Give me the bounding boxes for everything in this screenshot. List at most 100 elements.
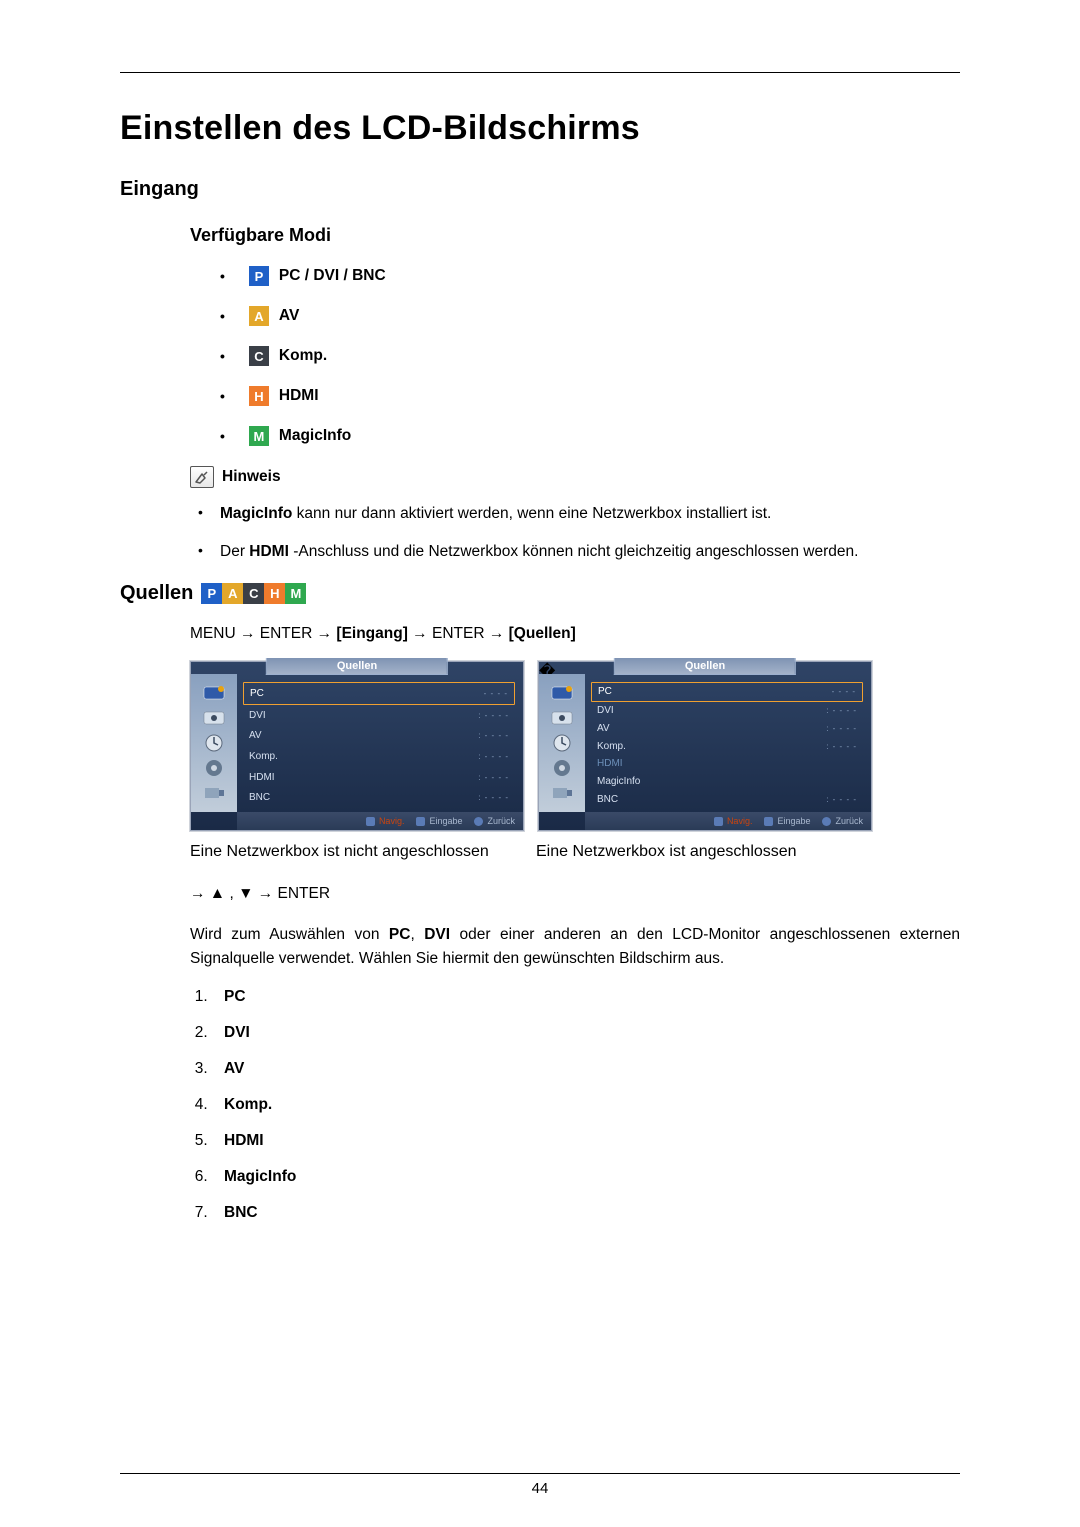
osd-row-label: MagicInfo (597, 776, 640, 787)
osd-row-label: DVI (597, 705, 614, 716)
source-label: DVI (224, 1024, 250, 1041)
note-icon (190, 466, 214, 488)
osd-side-icon (201, 707, 227, 729)
back-icon (822, 817, 831, 826)
osd-row: HDMI (591, 755, 863, 773)
mode-label: HDMI (279, 387, 319, 405)
mode-item: C Komp. (220, 346, 960, 366)
osd-row-value: : - - - - (478, 793, 509, 802)
osd-row-value: : - - - - (478, 711, 509, 720)
osd-footer-back: Zurück (835, 816, 863, 826)
osd-side-icon (549, 782, 575, 804)
osd-row-value: - - - - (484, 689, 508, 698)
source-label: Komp. (224, 1096, 272, 1113)
osd-footer: Navig. Eingabe Zurück (585, 812, 871, 830)
page-title: Einstellen des LCD-Bildschirms (120, 109, 960, 148)
osd-screenshots: Quellen PC- - - - DVI: - - - - AV: - - -… (120, 661, 960, 831)
osd-footer-enter: Eingabe (429, 816, 462, 826)
desc-text: Wird zum Auswählen von (190, 926, 389, 943)
page-footer: 44 (120, 1473, 960, 1497)
osd-row: HDMI: - - - - (243, 767, 515, 788)
nav-instruction: → ▲ , ▼ → ENTER (120, 885, 960, 903)
osd-side-icon (549, 757, 575, 779)
osd-rows: PC - - - - DVI : - - - - AV : - - - - Komp.… (243, 682, 515, 808)
source-item: PC (212, 988, 960, 1006)
note-text: Der (220, 543, 249, 560)
desc-text: , (410, 926, 424, 943)
osd-row-value: : - - - - (478, 752, 509, 761)
badge-m-icon: M (285, 583, 306, 604)
mode-item: M MagicInfo (220, 426, 960, 446)
description: Wird zum Auswählen von PC, DVI oder eine… (120, 923, 960, 970)
osd-row-label: AV (249, 730, 262, 741)
caption-right: Eine Netzwerkbox ist angeschlossen (536, 841, 868, 863)
osd-row-label: PC (250, 688, 264, 699)
back-icon (474, 817, 483, 826)
osd-row-label: BNC (597, 794, 618, 805)
osd-footer-nav: Navig. (379, 816, 405, 826)
osd-footer-back: Zurück (487, 816, 515, 826)
source-item: HDMI (212, 1132, 960, 1150)
osd-row-label: HDMI (249, 772, 275, 783)
osd-side-icon (201, 782, 227, 804)
osd-row: BNC : - - - - (243, 787, 515, 808)
osd-row-value: : - - - - (826, 724, 857, 733)
quellen-badges: P A C H M (201, 583, 306, 604)
osd-rows: PC- - - - DVI: - - - - AV: - - - - Komp.… (591, 682, 863, 808)
mode-label: PC / DVI / BNC (279, 267, 386, 285)
path-key: [Eingang] (336, 625, 407, 642)
source-label: HDMI (224, 1132, 264, 1149)
modes-list: P PC / DVI / BNC A AV C Komp. H HDMI M M… (120, 266, 960, 446)
note-label: Hinweis (222, 468, 281, 486)
desc-strong: DVI (424, 926, 450, 943)
osd-row: PC - - - - (591, 682, 863, 702)
notes-list: MagicInfo kann nur dann aktiviert werden… (120, 502, 960, 564)
badge-a-icon: A (222, 583, 243, 604)
source-item: Komp. (212, 1096, 960, 1114)
osd-row: MagicInfo (591, 773, 863, 791)
osd-sidebar (539, 674, 585, 812)
note-text: kann nur dann aktiviert werden, wenn ein… (292, 505, 771, 522)
note-text: -Anschluss und die Netzwerkbox können ni… (289, 543, 859, 560)
osd-row-value: - - - - (832, 687, 856, 696)
source-label: PC (224, 988, 246, 1005)
mode-badge-h-icon: H (249, 386, 269, 406)
source-label: MagicInfo (224, 1168, 296, 1185)
mode-label: AV (279, 307, 299, 325)
osd-sidebar (191, 674, 237, 812)
osd-row-value: : - - - - (826, 706, 857, 715)
section-eingang: Eingang (120, 178, 960, 201)
osd-row-value: : - - - - (478, 731, 509, 740)
note-strong: MagicInfo (220, 505, 292, 522)
source-label: AV (224, 1060, 244, 1077)
note-heading: Hinweis (120, 466, 960, 488)
source-item: MagicInfo (212, 1168, 960, 1186)
subsection-modes: Verfügbare Modi (120, 225, 960, 246)
osd-row-label: PC (598, 686, 612, 697)
osd-row-label: BNC (249, 792, 270, 803)
quellen-label: Quellen (120, 582, 193, 605)
rule-bottom (120, 1473, 960, 1474)
badge-p-icon: P (201, 583, 222, 604)
content: Einstellen des LCD-Bildschirms Eingang V… (120, 101, 960, 1222)
mode-badge-m-icon: M (249, 426, 269, 446)
osd-row: AV : - - - - (243, 725, 515, 746)
osd-row-value: : - - - - (826, 742, 857, 751)
osd-row: Komp.: - - - - (243, 746, 515, 767)
sources-list: PC DVI AV Komp. HDMI MagicInfo BNC (120, 988, 960, 1222)
osd-row: BNC: - - - - (591, 790, 863, 808)
path-text: → ENTER → (408, 625, 509, 642)
mode-label: Komp. (279, 347, 327, 365)
osd-captions: Eine Netzwerkbox ist nicht angeschlossen… (120, 841, 960, 863)
osd-row: DVI : - - - - (243, 705, 515, 726)
section-quellen: Quellen P A C H M (120, 582, 960, 605)
mode-badge-c-icon: C (249, 346, 269, 366)
osd-row-label: HDMI (597, 758, 623, 769)
source-item: AV (212, 1060, 960, 1078)
path-key: [Quellen] (509, 625, 576, 642)
source-label: BNC (224, 1204, 258, 1221)
path-text: MENU → ENTER → (190, 625, 336, 642)
mode-badge-a-icon: A (249, 306, 269, 326)
osd-row-label: DVI (249, 710, 266, 721)
nav-icon (366, 817, 375, 826)
